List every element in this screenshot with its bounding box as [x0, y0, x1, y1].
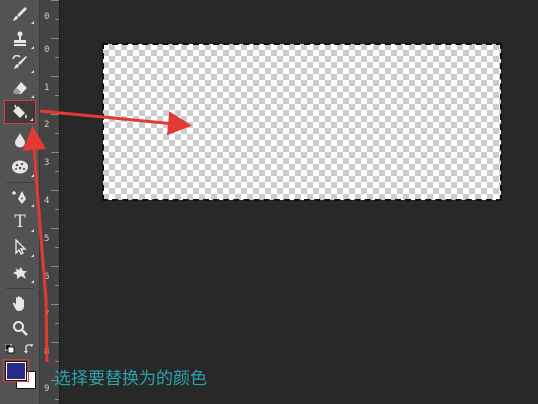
paint-bucket-icon — [13, 104, 27, 119]
ruler-tick — [55, 323, 59, 324]
foreground-highlight-box — [3, 359, 29, 382]
brush-tool[interactable] — [4, 2, 36, 26]
ruler-number: 7 — [44, 310, 50, 320]
ruler-tick — [51, 342, 59, 343]
type-icon: T — [14, 211, 26, 232]
ruler-number: 4 — [44, 196, 50, 206]
ruler-number: 3 — [44, 158, 50, 168]
vertical-ruler: 0 0 1 2 3 4 5 6 7 8 9 — [40, 0, 60, 404]
clone-stamp-tool[interactable] — [4, 27, 36, 51]
history-brush-icon — [12, 55, 27, 69]
pen-icon — [12, 191, 26, 204]
hand-icon — [12, 296, 24, 311]
history-brush-tool[interactable] — [4, 51, 36, 75]
ruler-number: 9 — [44, 384, 50, 394]
ruler-tick — [55, 247, 59, 248]
sponge-icon — [12, 160, 28, 174]
ruler-number: 8 — [44, 347, 50, 357]
dodge-tool[interactable] — [4, 155, 36, 179]
type-tool[interactable]: T — [4, 210, 36, 234]
ruler-number: 1 — [44, 83, 50, 93]
arrow-icon — [15, 239, 27, 255]
swap-colors-icon[interactable] — [24, 344, 35, 355]
stamp-icon — [14, 31, 26, 46]
ruler-tick — [55, 361, 59, 362]
blur-tool[interactable] — [4, 128, 36, 152]
drop-icon — [15, 133, 25, 148]
color-swatches — [0, 340, 40, 404]
ruler-tick — [55, 285, 59, 286]
ruler-tick — [51, 190, 59, 191]
ruler-tick — [55, 133, 59, 134]
ruler-tick — [51, 0, 59, 1]
ruler-tick — [51, 152, 59, 153]
ruler-tick — [55, 399, 59, 400]
zoom-icon — [13, 321, 28, 336]
custom-shape-tool[interactable] — [4, 261, 36, 285]
ruler-number: 0 — [44, 12, 50, 22]
ruler-tick — [55, 171, 59, 172]
ruler-tick — [51, 114, 59, 115]
brush-icon — [13, 7, 27, 21]
ruler-tick — [51, 228, 59, 229]
ruler-tick — [51, 76, 59, 77]
ruler-number: 0 — [44, 45, 50, 55]
ruler-tick — [55, 19, 59, 20]
ruler-number: 6 — [44, 272, 50, 282]
zoom-tool[interactable] — [4, 316, 36, 340]
eraser-icon — [13, 82, 27, 94]
annotation-caption: 选择要替换为的颜色 — [54, 369, 207, 389]
paint-bucket-tool[interactable] — [4, 100, 36, 124]
ruler-tick — [55, 57, 59, 58]
eraser-tool[interactable] — [4, 76, 36, 100]
tools-panel: T — [0, 0, 40, 404]
ruler-tick — [51, 304, 59, 305]
hand-tool[interactable] — [4, 292, 36, 316]
ruler-number: 5 — [44, 234, 50, 244]
pen-tool[interactable] — [4, 185, 36, 209]
default-colors-icon[interactable] — [5, 344, 15, 354]
ruler-tick — [51, 266, 59, 267]
ruler-tick — [55, 209, 59, 210]
document-canvas[interactable] — [103, 44, 501, 200]
ruler-tick — [51, 38, 59, 39]
path-selection-tool[interactable] — [4, 235, 36, 259]
ruler-tick — [55, 95, 59, 96]
ruler-number: 2 — [44, 120, 50, 130]
shape-icon — [13, 267, 27, 279]
